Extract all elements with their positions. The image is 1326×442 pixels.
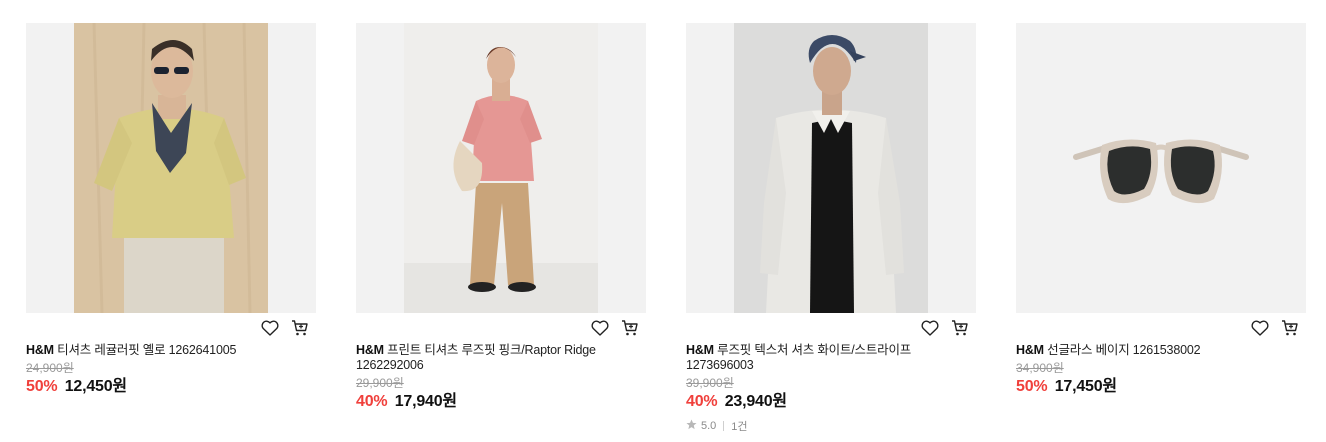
product-card[interactable]: H&M 프린트 티셔츠 루즈핏 핑크/Raptor Ridge 12622920… xyxy=(356,23,646,412)
sale-price: 12,450원 xyxy=(64,378,127,395)
product-image[interactable] xyxy=(356,23,646,313)
product-photo xyxy=(404,23,598,313)
product-brand: H&M xyxy=(1016,343,1044,357)
heart-icon[interactable] xyxy=(260,318,280,338)
product-card[interactable]: H&M 루즈핏 텍스처 셔츠 화이트/스트라이프 1273696003 39,9… xyxy=(686,23,976,434)
heart-icon[interactable] xyxy=(1250,318,1270,338)
product-title[interactable]: H&M 프린트 티셔츠 루즈핏 핑크/Raptor Ridge 12622920… xyxy=(356,343,646,373)
product-brand: H&M xyxy=(356,343,384,357)
product-card[interactable]: H&M 티셔츠 레귤러핏 옐로 1262641005 24,900원 50% 1… xyxy=(26,23,316,397)
product-photo xyxy=(1016,23,1306,313)
discount-rate: 40% xyxy=(686,393,718,410)
product-title[interactable]: H&M 티셔츠 레귤러핏 옐로 1262641005 xyxy=(26,343,316,358)
product-name: 티셔츠 레귤러핏 옐로 1262641005 xyxy=(57,343,237,357)
product-image[interactable] xyxy=(26,23,316,313)
price-row: 40% 17,940원 xyxy=(356,392,646,412)
cart-icon[interactable] xyxy=(1280,318,1300,338)
cart-icon[interactable] xyxy=(290,318,310,338)
product-image[interactable] xyxy=(1016,23,1306,313)
price-row: 50% 12,450원 xyxy=(26,377,316,397)
discount-rate: 50% xyxy=(26,378,58,395)
product-image[interactable] xyxy=(686,23,976,313)
product-card[interactable]: H&M 선글라스 베이지 1261538002 34,900원 50% 17,4… xyxy=(1016,23,1306,397)
cart-icon[interactable] xyxy=(620,318,640,338)
discount-rate: 40% xyxy=(356,393,388,410)
heart-icon[interactable] xyxy=(590,318,610,338)
cart-icon[interactable] xyxy=(950,318,970,338)
discount-rate: 50% xyxy=(1016,378,1048,395)
product-brand: H&M xyxy=(686,343,714,357)
original-price: 29,900원 xyxy=(356,376,404,390)
original-price: 24,900원 xyxy=(26,361,74,375)
product-name: 선글라스 베이지 1261538002 xyxy=(1047,343,1201,357)
rating: 5.0 1건 xyxy=(686,418,976,434)
sale-price: 17,940원 xyxy=(394,393,457,410)
original-price: 34,900원 xyxy=(1016,361,1064,375)
original-price: 39,900원 xyxy=(686,376,734,390)
price-row: 50% 17,450원 xyxy=(1016,377,1306,397)
product-name: 프린트 티셔츠 루즈핏 핑크/Raptor Ridge 1262292006 xyxy=(356,343,596,372)
product-brand: H&M xyxy=(26,343,54,357)
product-title[interactable]: H&M 루즈핏 텍스처 셔츠 화이트/스트라이프 1273696003 xyxy=(686,343,976,373)
product-photo xyxy=(734,23,928,313)
product-title[interactable]: H&M 선글라스 베이지 1261538002 xyxy=(1016,343,1306,358)
price-row: 40% 23,940원 xyxy=(686,392,976,412)
product-photo xyxy=(74,23,268,313)
rating-score: 5.0 xyxy=(701,420,717,432)
heart-icon[interactable] xyxy=(920,318,940,338)
review-count[interactable]: 1건 xyxy=(731,418,747,434)
product-name: 루즈핏 텍스처 셔츠 화이트/스트라이프 1273696003 xyxy=(686,343,912,372)
sale-price: 23,940원 xyxy=(724,393,787,410)
sale-price: 17,450원 xyxy=(1054,378,1117,395)
divider xyxy=(723,421,725,431)
star-icon xyxy=(686,419,697,433)
